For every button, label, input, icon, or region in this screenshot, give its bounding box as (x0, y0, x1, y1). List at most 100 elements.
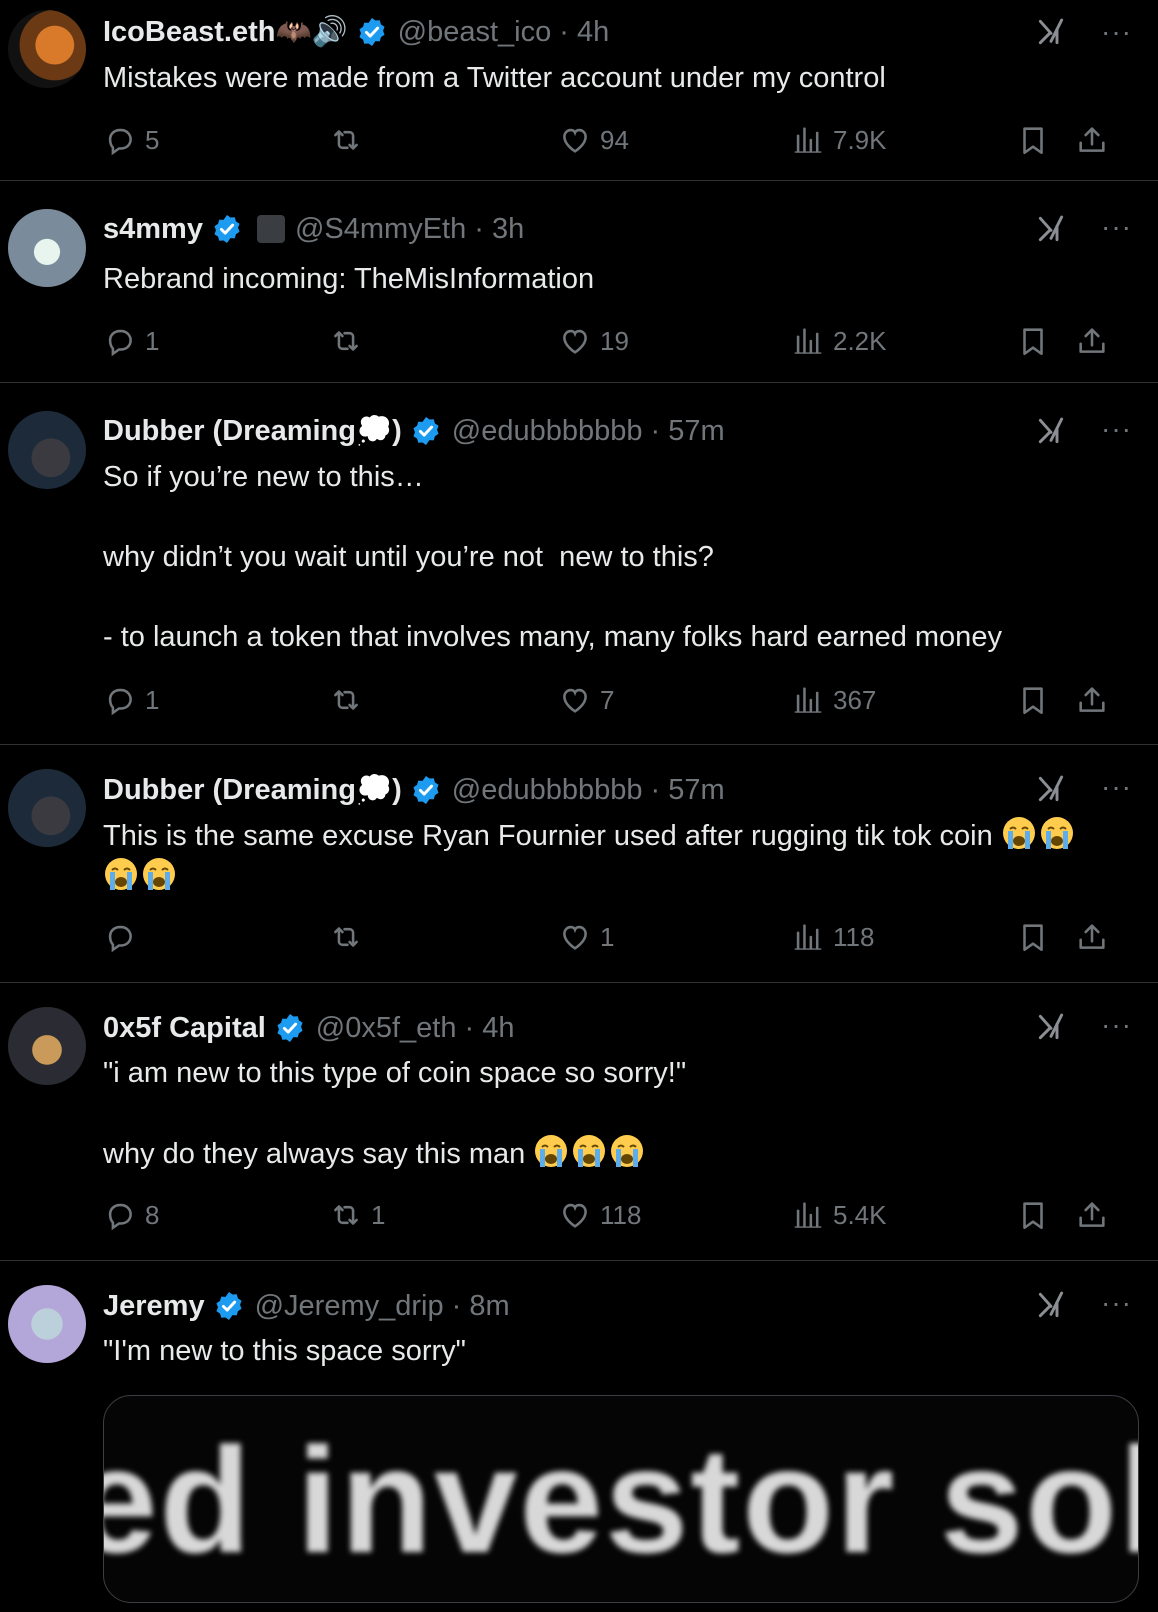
avatar[interactable] (8, 1285, 86, 1363)
grok-icon[interactable] (1034, 213, 1068, 245)
views-button[interactable]: 367 (791, 680, 876, 720)
like-button[interactable]: 94 (558, 120, 629, 160)
bookmark-button[interactable] (1016, 917, 1058, 957)
share-button[interactable] (1075, 1195, 1117, 1235)
grok-icon[interactable] (1034, 1011, 1068, 1043)
like-button[interactable]: 7 (558, 680, 614, 720)
handle-and-time[interactable]: @Jeremy_drip · 8m (255, 1290, 510, 1323)
share-icon (1075, 920, 1109, 954)
repost-button[interactable] (329, 917, 371, 957)
tweet-text: Mistakes were made from a Twitter accoun… (103, 62, 886, 94)
display-name[interactable]: s4mmy (103, 213, 203, 246)
share-icon (1075, 683, 1109, 717)
views-button[interactable]: 2.2K (791, 321, 887, 361)
avatar[interactable] (8, 1007, 86, 1085)
views-button[interactable]: 7.9K (791, 120, 887, 160)
repost-button[interactable] (329, 321, 371, 361)
handle-and-time[interactable]: @edubbbbbbb · 57m (452, 415, 725, 448)
reply-button[interactable]: 8 (103, 1195, 159, 1235)
share-button[interactable] (1075, 120, 1117, 160)
like-button[interactable]: 1 (558, 917, 614, 957)
more-icon[interactable]: ··· (1101, 1287, 1132, 1319)
heart-icon (558, 683, 592, 717)
tweet[interactable]: IcoBeast.eth🦇🔊 @beast_ico · 4h ··· Mista… (0, 0, 1158, 181)
share-icon (1075, 324, 1109, 358)
bookmark-button[interactable] (1016, 120, 1058, 160)
bookmark-button[interactable] (1016, 321, 1058, 361)
views-button[interactable]: 118 (791, 917, 874, 957)
avatar[interactable] (8, 769, 86, 847)
reply-button[interactable] (103, 917, 145, 957)
grok-icon[interactable] (1034, 773, 1068, 805)
reply-icon (103, 123, 137, 157)
like-button[interactable]: 118 (558, 1195, 641, 1235)
reply-button[interactable]: 5 (103, 120, 159, 160)
views-icon (791, 683, 825, 717)
like-count: 118 (600, 1199, 642, 1230)
like-button[interactable]: 19 (558, 321, 629, 361)
tweet-header: IcoBeast.eth🦇🔊 @beast_ico · 4h (103, 14, 1138, 50)
avatar[interactable] (8, 411, 86, 489)
heart-icon (558, 1198, 592, 1232)
tweet-text: "I'm new to this space sorry" (103, 1335, 466, 1367)
share-button[interactable] (1075, 680, 1117, 720)
like-count: 7 (600, 684, 615, 715)
tweet-text: Rebrand incoming: TheMisInformation (103, 263, 595, 295)
repost-icon (329, 123, 363, 157)
grok-icon[interactable] (1034, 1289, 1068, 1321)
verified-badge-icon (274, 1012, 306, 1044)
share-button[interactable] (1075, 321, 1117, 361)
display-name[interactable]: 0x5f Capital (103, 1012, 266, 1045)
display-name[interactable]: Jeremy (103, 1290, 205, 1323)
tweet-text-block: This is the same excuse Ryan Fournier us… (103, 815, 1134, 897)
bookmark-icon (1016, 324, 1050, 358)
tweet[interactable]: Dubber (Dreaming💭) @edubbbbbbb · 57m ···… (0, 383, 1158, 745)
reply-count: 1 (145, 684, 160, 715)
action-bar: 1 19 2.2K (103, 321, 1138, 361)
crying-emoji-icon (533, 1133, 569, 1169)
bookmark-button[interactable] (1016, 680, 1058, 720)
avatar[interactable] (8, 10, 86, 88)
tweet[interactable]: Dubber (Dreaming💭) @edubbbbbbb · 57m ···… (0, 745, 1158, 983)
tweet[interactable]: s4mmy @S4mmyEth · 3h ··· Rebrand incomin… (0, 181, 1158, 383)
verified-badge-icon (410, 415, 442, 447)
like-count: 19 (600, 325, 629, 356)
share-button[interactable] (1075, 917, 1117, 957)
handle-and-time[interactable]: @edubbbbbbb · 57m (452, 774, 725, 807)
bookmark-button[interactable] (1016, 1195, 1058, 1235)
grok-icon[interactable] (1034, 415, 1068, 447)
reply-button[interactable]: 1 (103, 680, 159, 720)
grok-icon[interactable] (1034, 16, 1068, 48)
handle-and-time[interactable]: @beast_ico · 4h (398, 16, 610, 49)
tweet-header: 0x5f Capital @0x5f_eth · 4h (103, 1010, 1138, 1046)
verified-badge-icon (410, 774, 442, 806)
more-icon[interactable]: ··· (1101, 771, 1132, 803)
repost-icon (329, 1198, 363, 1232)
more-icon[interactable]: ··· (1101, 413, 1132, 445)
action-bar: 5 94 7.9K (103, 120, 1138, 160)
display-name[interactable]: Dubber (Dreaming💭) (103, 414, 402, 448)
repost-button[interactable] (329, 120, 371, 160)
more-icon[interactable]: ··· (1101, 211, 1132, 243)
reply-count: 8 (145, 1199, 160, 1230)
more-icon[interactable]: ··· (1101, 16, 1132, 48)
handle-and-time[interactable]: @0x5f_eth · 4h (316, 1012, 515, 1045)
tweet-media[interactable]: ed investor sola (103, 1395, 1139, 1603)
tweet-text-block: "i am new to this type of coin space so … (103, 1053, 1134, 1174)
crying-emoji-icon (103, 856, 139, 892)
views-button[interactable]: 5.4K (791, 1195, 887, 1235)
heart-icon (558, 324, 592, 358)
display-name[interactable]: IcoBeast.eth🦇🔊 (103, 15, 348, 49)
views-icon (791, 123, 825, 157)
more-icon[interactable]: ··· (1101, 1009, 1132, 1041)
tweet[interactable]: 0x5f Capital @0x5f_eth · 4h ··· "i am ne… (0, 983, 1158, 1261)
bookmark-icon (1016, 683, 1050, 717)
avatar[interactable] (8, 209, 86, 287)
tweet-text: So if you’re new to this… why didn’t you… (103, 461, 1002, 653)
repost-icon (329, 683, 363, 717)
repost-button[interactable]: 1 (329, 1195, 385, 1235)
reply-button[interactable]: 1 (103, 321, 159, 361)
display-name[interactable]: Dubber (Dreaming💭) (103, 773, 402, 807)
handle-and-time[interactable]: @S4mmyEth · 3h (295, 213, 524, 246)
repost-button[interactable] (329, 680, 371, 720)
